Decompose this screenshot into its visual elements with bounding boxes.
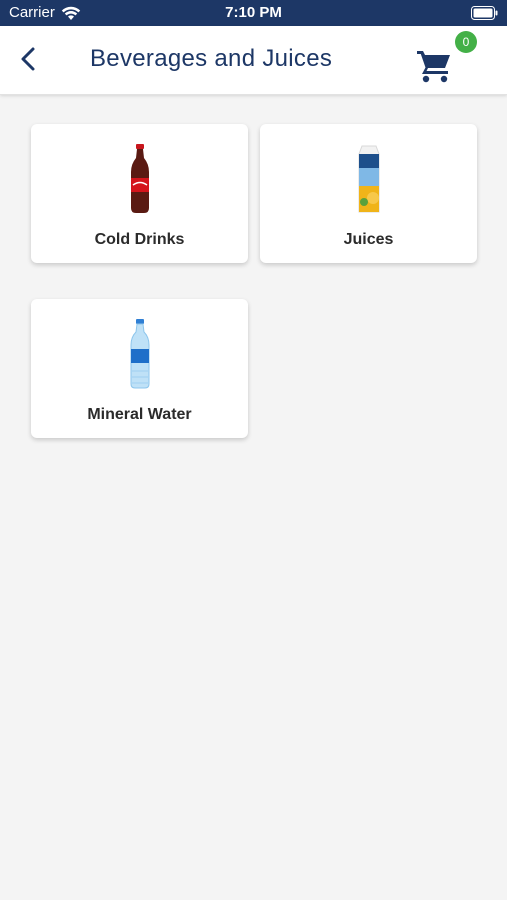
category-card-cold-drinks[interactable]: Cold Drinks bbox=[31, 124, 248, 263]
back-button[interactable] bbox=[14, 44, 42, 74]
clock: 7:10 PM bbox=[225, 4, 282, 21]
category-label: Cold Drinks bbox=[94, 231, 185, 248]
category-label: Juices bbox=[343, 231, 394, 248]
cart-icon[interactable] bbox=[414, 46, 454, 86]
battery-icon bbox=[471, 6, 498, 20]
cola-bottle-icon bbox=[130, 144, 149, 213]
status-bar: Carrier 7:10 PM bbox=[0, 0, 507, 26]
category-label: Mineral Water bbox=[87, 406, 192, 423]
category-card-juices[interactable]: Juices bbox=[260, 124, 477, 263]
category-card-mineral-water[interactable]: Mineral Water bbox=[31, 299, 248, 438]
page-title: Beverages and Juices bbox=[90, 45, 333, 72]
nav-bar: Beverages and Juices 0 bbox=[0, 26, 507, 95]
water-bottle-icon bbox=[130, 319, 149, 389]
cart-count-badge: 0 bbox=[455, 31, 477, 53]
juice-carton-icon bbox=[358, 145, 379, 213]
